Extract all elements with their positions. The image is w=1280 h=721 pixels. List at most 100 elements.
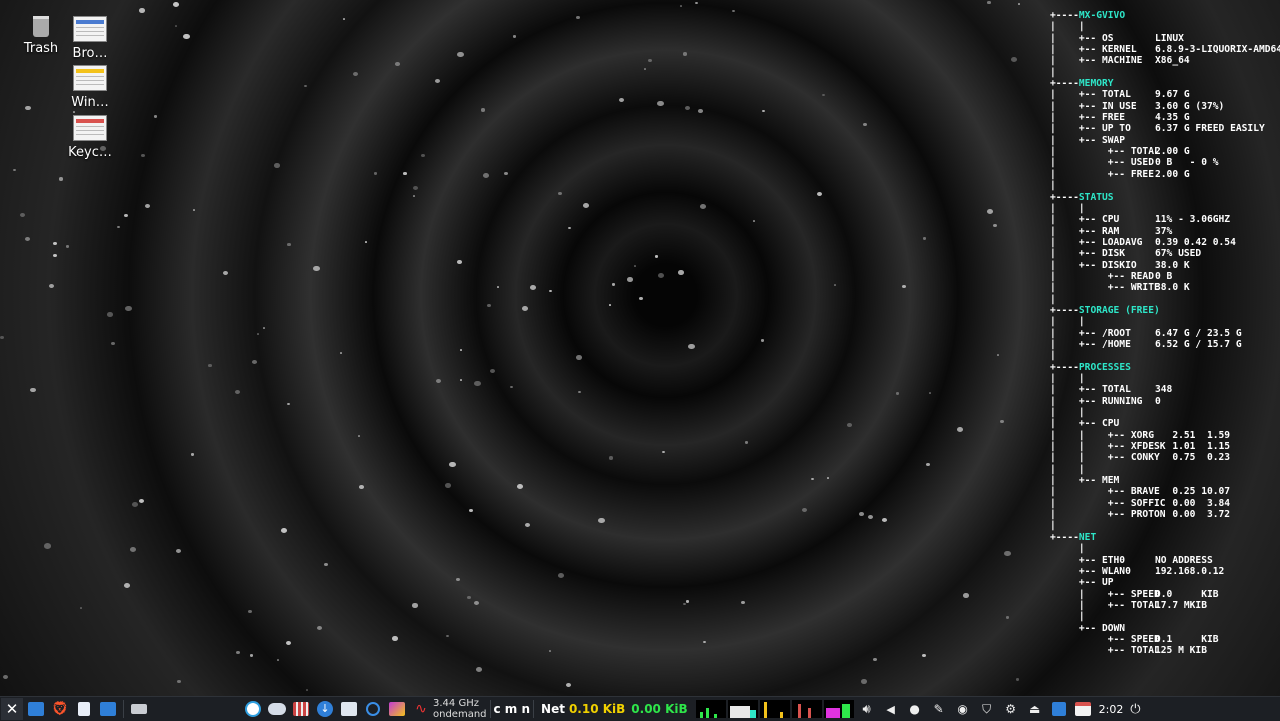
conky-line: | +-- OS LINUX — [1050, 33, 1280, 44]
keyc-doc-desktop-icon[interactable]: Keyc… — [62, 115, 118, 160]
start-menu-button[interactable]: ✕ — [1, 698, 23, 720]
water-drop — [576, 16, 580, 19]
clip-tray-button[interactable]: ✎ — [928, 698, 950, 720]
water-drop — [549, 290, 552, 293]
conky-key: TOTAL — [1101, 89, 1131, 101]
water-drop — [926, 463, 930, 467]
conky-key: TOTAL — [1101, 384, 1131, 396]
conky-line: | +-- /HOME 6.52 G / 15.7 G — [1050, 339, 1280, 350]
updater-icon — [245, 701, 261, 717]
cloud-tray-button[interactable] — [266, 698, 288, 720]
calendar-button[interactable] — [1072, 698, 1094, 720]
conky-value: 6.47 G / 23.5 G — [1155, 327, 1242, 339]
water-drop — [250, 654, 254, 657]
swap-graph[interactable] — [823, 700, 854, 718]
water-drop — [578, 391, 581, 394]
conky-value: 0.25 10.07 — [1155, 486, 1231, 498]
conky-value: 348 — [1155, 384, 1173, 396]
water-drop — [513, 35, 517, 38]
net-label: Net — [541, 702, 565, 716]
logout-button[interactable]: ⏻ — [1124, 698, 1146, 720]
document-icon — [78, 702, 90, 716]
water-drop — [175, 25, 178, 27]
windows-doc-desktop-icon[interactable]: Win… — [62, 65, 118, 110]
conky-key: KERNEL — [1101, 44, 1137, 56]
water-drop — [193, 209, 196, 211]
desktop-launcher[interactable] — [25, 698, 47, 720]
updates-tray-button[interactable] — [1048, 698, 1070, 720]
clock[interactable]: 2:02 — [1099, 703, 1124, 716]
water-drop — [248, 610, 253, 614]
cpu-graph[interactable] — [695, 700, 726, 718]
grid-tray-button[interactable] — [290, 698, 312, 720]
water-drop — [566, 683, 572, 688]
memory-graph[interactable] — [727, 700, 758, 718]
volume-button[interactable]: 🔊︎ — [856, 698, 878, 720]
conky-value: 192.168.0.12 — [1155, 565, 1225, 577]
water-drop — [66, 245, 70, 248]
brave-launcher[interactable]: 🦁︎ — [49, 698, 71, 720]
writer-launcher[interactable] — [73, 698, 95, 720]
conky-line: | — [1050, 350, 1280, 361]
conky-tree-branch: | +-- — [1050, 599, 1131, 611]
palette-icon — [389, 702, 405, 716]
window-button[interactable] — [128, 698, 150, 720]
water-drop — [460, 349, 463, 351]
editor-tray-button[interactable] — [338, 698, 360, 720]
conky-value: X86_64 — [1155, 55, 1190, 67]
load-graph[interactable] — [791, 700, 822, 718]
conky-value: 0 B — [1155, 270, 1173, 282]
net-upload-speed: 0.10 KiB — [568, 702, 626, 716]
conky-key: DISKIO — [1101, 259, 1137, 271]
tools-tray-button[interactable]: ⚙ — [1000, 698, 1022, 720]
conky-value: 2.00 G — [1155, 146, 1190, 158]
cmn-indicator[interactable]: c m n — [494, 702, 531, 716]
conky-line: +-- WLAN0 192.168.0.12 — [1050, 566, 1280, 577]
water-drop — [583, 203, 590, 208]
activity-tray-button[interactable]: ∿ — [410, 698, 432, 720]
shield-tray-button[interactable]: ⛉ — [976, 698, 998, 720]
browser-doc-desktop-icon[interactable]: Bro… — [62, 16, 118, 61]
trash-desktop-icon[interactable]: Trash — [13, 16, 69, 56]
download-tray-button[interactable]: ↓ — [314, 698, 336, 720]
conky-value: 0 B - 0 % — [1155, 157, 1219, 169]
desktop-icon-label: Trash — [23, 41, 59, 56]
mixer-button[interactable]: ◀︎ — [880, 698, 902, 720]
water-drop — [568, 227, 571, 230]
conky-value: 0.39 0.42 0.54 — [1155, 236, 1236, 248]
conky-line: | | +-- XFDESK 1.01 1.15 — [1050, 441, 1280, 452]
water-drop — [683, 603, 687, 606]
conky-value: NO ADDRESS — [1155, 554, 1213, 566]
theme-tray-button[interactable] — [386, 698, 408, 720]
conky-tree-branch: | +-- — [1050, 123, 1102, 135]
water-drop — [421, 154, 425, 158]
sync-tray-button[interactable] — [362, 698, 384, 720]
update-tray-button[interactable] — [242, 698, 264, 720]
water-drop — [741, 601, 745, 605]
water-drop — [847, 423, 852, 427]
disk-graph[interactable] — [759, 700, 790, 718]
files-launcher[interactable] — [97, 698, 119, 720]
conky-section-header: +---- STORAGE (FREE) — [1050, 305, 1280, 316]
conky-line: | +-- CPU 11% - 3.06GHZ — [1050, 214, 1280, 225]
water-drop — [0, 336, 5, 340]
water-drop — [685, 106, 691, 111]
conky-tree-branch: | +-- — [1050, 418, 1102, 430]
conky-tree-branch: | +-- — [1050, 509, 1131, 521]
water-drop — [1018, 3, 1021, 5]
conky-tree-branch: | +-- — [1050, 338, 1102, 350]
user-tray-button[interactable]: ● — [904, 698, 926, 720]
conky-tree-branch: | | — [1050, 463, 1085, 475]
calendar-icon — [1074, 702, 1091, 716]
water-drop — [141, 154, 146, 158]
spreadsheet-icon — [73, 65, 107, 91]
conky-value: 1.01 1.15 — [1155, 441, 1231, 453]
cpu-frequency-plugin[interactable]: 3.44 GHz ondemand — [433, 698, 487, 720]
conky-line: | +-- DISK 67% USED — [1050, 248, 1280, 259]
conky-tree-branch: +-- — [1050, 554, 1102, 566]
conky-value: 38.0 K — [1155, 259, 1190, 271]
water-drop — [481, 108, 486, 112]
eject-tray-button[interactable]: ⏏ — [1024, 698, 1046, 720]
network-tray-button[interactable]: ◉ — [952, 698, 974, 720]
water-drop — [124, 214, 129, 218]
